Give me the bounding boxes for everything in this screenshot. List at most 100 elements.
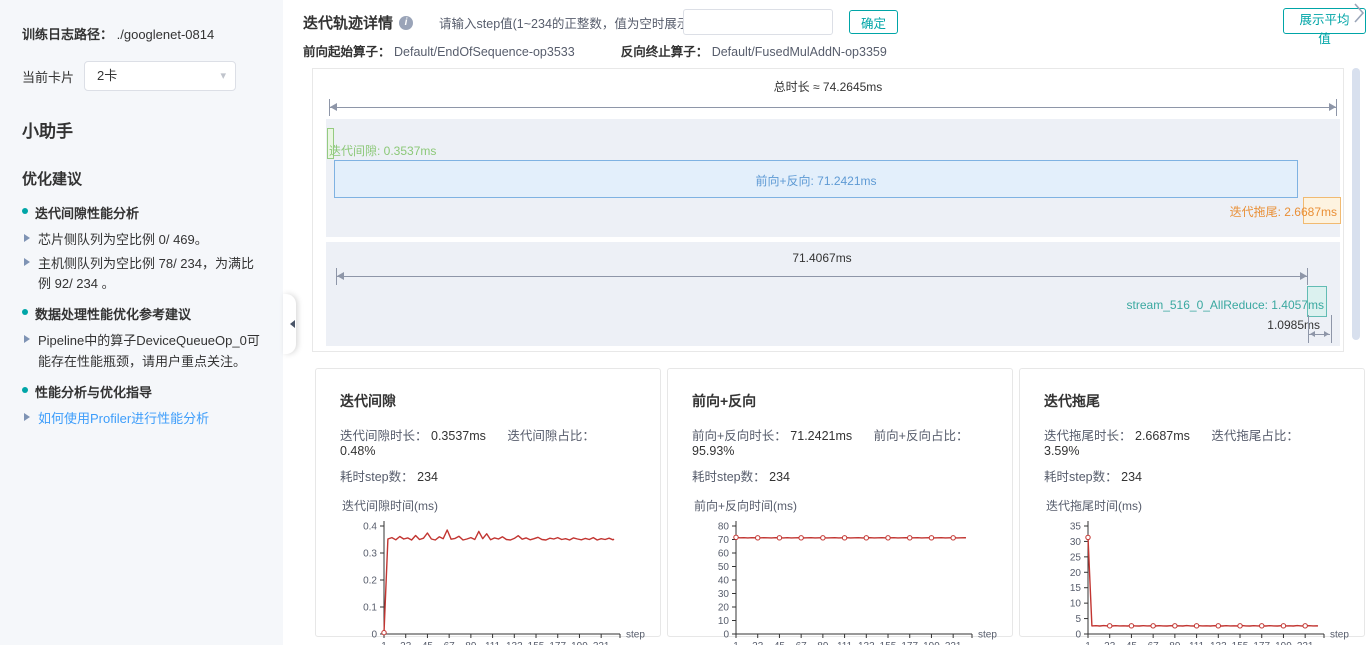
step-trace-timeline: 总时长 ≈ 74.2645ms 迭代间隙: 0.3537ms 前向+反向: 71… [312,68,1344,352]
svg-text:5: 5 [1075,614,1081,625]
svg-text:67: 67 [796,641,808,645]
svg-text:20: 20 [1070,568,1082,579]
backward-end-operator: 反向终止算子： Default/FusedMulAddN-op3359 [621,41,887,60]
svg-text:133: 133 [506,641,523,645]
small-measure-arrow [1309,326,1330,343]
svg-text:1: 1 [381,641,387,645]
bullet-icon [22,387,28,393]
card-stats: 迭代间隙时长： 0.3537ms 迭代间隙占比： 0.48% [340,425,642,458]
tail-chart: 0510152025303512345678911113315517719922… [1044,514,1354,645]
suggestions-title: 优化建议 [22,168,263,189]
svg-text:10: 10 [1070,599,1082,610]
svg-text:23: 23 [1104,641,1116,645]
svg-text:89: 89 [465,641,477,645]
svg-text:45: 45 [774,641,786,645]
fw-bw-label: 前向+反向: 71.2421ms [334,172,1298,189]
svg-text:0: 0 [371,630,377,641]
card-title: 迭代拖尾 [1044,391,1346,411]
arrow-right-icon [24,234,34,242]
svg-text:80: 80 [718,522,730,533]
card-fw-bw: 前向+反向 前向+反向时长： 71.2421ms 前向+反向占比： 95.93%… [667,368,1013,637]
svg-text:0: 0 [1075,630,1081,641]
card-tail: 迭代拖尾 迭代拖尾时长： 2.6687ms 迭代拖尾占比： 3.59% 耗时st… [1019,368,1365,637]
svg-text:199: 199 [1275,641,1292,645]
svg-text:0.4: 0.4 [363,522,377,533]
svg-text:177: 177 [549,641,566,645]
svg-text:221: 221 [1297,641,1314,645]
svg-text:70: 70 [718,535,730,546]
svg-text:155: 155 [880,641,897,645]
svg-text:30: 30 [718,589,730,600]
svg-text:111: 111 [1189,641,1205,645]
card-stats: 前向+反向时长： 71.2421ms 前向+反向占比： 95.93% [692,425,994,458]
svg-text:10: 10 [718,616,730,627]
measure-tick [1331,315,1332,343]
card-select[interactable]: 2卡 ▾ [84,61,236,91]
train-log-path-value: ./googlenet-0814 [117,27,215,42]
suggestion-item: 芯片侧队列为空比例 0/ 469。 [22,230,263,250]
current-card-label: 当前卡片 [22,67,84,86]
train-log-path-label: 训练日志路径： [22,27,113,42]
collapse-right-icon[interactable] [1353,2,1365,24]
svg-text:89: 89 [1169,641,1181,645]
svg-text:199: 199 [923,641,940,645]
svg-text:133: 133 [858,641,875,645]
svg-text:35: 35 [1070,522,1082,533]
svg-text:89: 89 [817,641,829,645]
total-duration-arrow [329,99,1337,116]
svg-text:15: 15 [1070,583,1082,594]
svg-text:step: step [626,630,645,641]
svg-text:60: 60 [718,549,730,560]
sidebar-collapse-handle[interactable] [283,294,296,354]
svg-text:67: 67 [444,641,456,645]
svg-text:50: 50 [718,562,730,573]
svg-text:30: 30 [1070,537,1082,548]
svg-text:0.1: 0.1 [363,603,377,614]
svg-text:67: 67 [1148,641,1160,645]
allreduce-label: stream_516_0_AllReduce: 1.4057ms [1127,298,1324,312]
svg-text:40: 40 [718,576,730,587]
confirm-button[interactable]: 确定 [849,10,898,34]
card-stats: 迭代拖尾时长： 2.6687ms 迭代拖尾占比： 3.59% [1044,425,1346,458]
iteration-gap-chart: 00.10.20.30.4123456789111133155177199221… [340,514,650,645]
profiler-help-link[interactable]: 如何使用Profiler进行性能分析 [22,409,263,429]
train-log-path: 训练日志路径： ./googlenet-0814 [22,24,263,43]
svg-text:221: 221 [593,641,610,645]
tail-label: 迭代拖尾: 2.6687ms [1230,203,1337,220]
suggestion-section-title: 性能分析与优化指导 [22,382,263,401]
svg-text:25: 25 [1070,552,1082,563]
second-duration-arrow [336,268,1308,285]
svg-text:155: 155 [528,641,545,645]
bullet-icon [22,309,28,315]
vertical-scrollbar-thumb[interactable] [1352,68,1360,340]
svg-text:1: 1 [1085,641,1091,645]
card-title: 迭代间隙 [340,391,642,411]
chevron-down-icon: ▾ [220,62,226,90]
svg-text:177: 177 [1253,641,1270,645]
assistant-title: 小助手 [22,117,263,142]
svg-text:111: 111 [837,641,853,645]
step-input[interactable] [683,9,833,35]
svg-text:0: 0 [723,630,729,641]
page-title: 迭代轨迹详情 [303,12,393,33]
svg-text:111: 111 [485,641,501,645]
arrow-right-icon [24,258,34,266]
svg-text:0.3: 0.3 [363,549,377,560]
svg-text:199: 199 [571,641,588,645]
info-icon[interactable]: i [399,16,413,30]
card-title: 前向+反向 [692,391,994,411]
fw-bw-chart: 0102030405060708012345678911113315517719… [692,514,1002,645]
card-steps: 耗时step数： 234 [340,466,642,485]
suggestion-section-title: 迭代间隙性能分析 [22,203,263,222]
chart-title: 迭代间隙时间(ms) [342,497,642,514]
iteration-gap-label: 迭代间隙: 0.3537ms [329,142,436,159]
arrow-right-icon [24,335,34,343]
total-duration-label: 总时长 ≈ 74.2645ms [313,78,1343,95]
suggestion-item: Pipeline中的算子DeviceQueueOp_0可能存在性能瓶颈，请用户重… [22,331,263,371]
second-duration-label: 71.4067ms [336,251,1308,265]
suggestion-item: 主机侧队列为空比例 78/ 234，为满比例 92/ 234 。 [22,254,263,294]
svg-text:23: 23 [752,641,764,645]
card-steps: 耗时step数： 234 [692,466,994,485]
arrow-right-icon [24,413,34,421]
svg-text:step: step [978,630,997,641]
